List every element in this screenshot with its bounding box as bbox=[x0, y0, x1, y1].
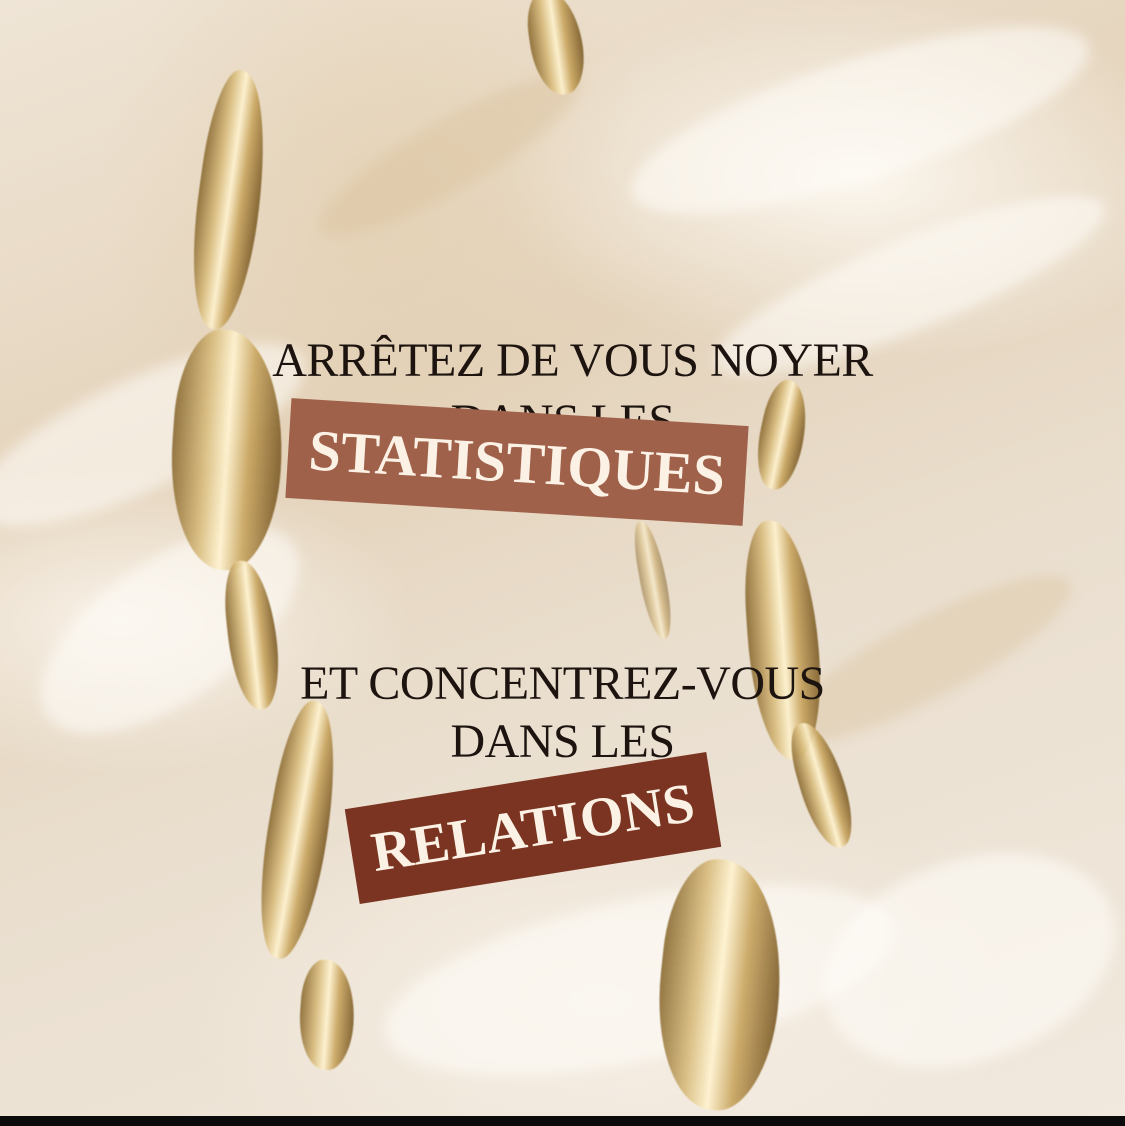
gold-leaf-streak bbox=[629, 518, 677, 642]
highlight-relations: RELATIONS bbox=[344, 751, 722, 905]
background-canvas: ARRÊTEZ DE VOUS NOYER DANS LES STATISTIQ… bbox=[0, 0, 1125, 1126]
headline-line-1: ARRÊTEZ DE VOUS NOYER bbox=[272, 334, 873, 387]
gold-leaf-streak bbox=[180, 66, 278, 334]
headline-line-4: DANS LES bbox=[450, 715, 675, 768]
headline-line-3: ET CONCENTREZ-VOUS bbox=[300, 657, 825, 710]
gold-leaf-streak bbox=[296, 958, 358, 1072]
paint-stroke bbox=[794, 814, 1125, 1106]
bottom-bar bbox=[0, 1116, 1125, 1126]
